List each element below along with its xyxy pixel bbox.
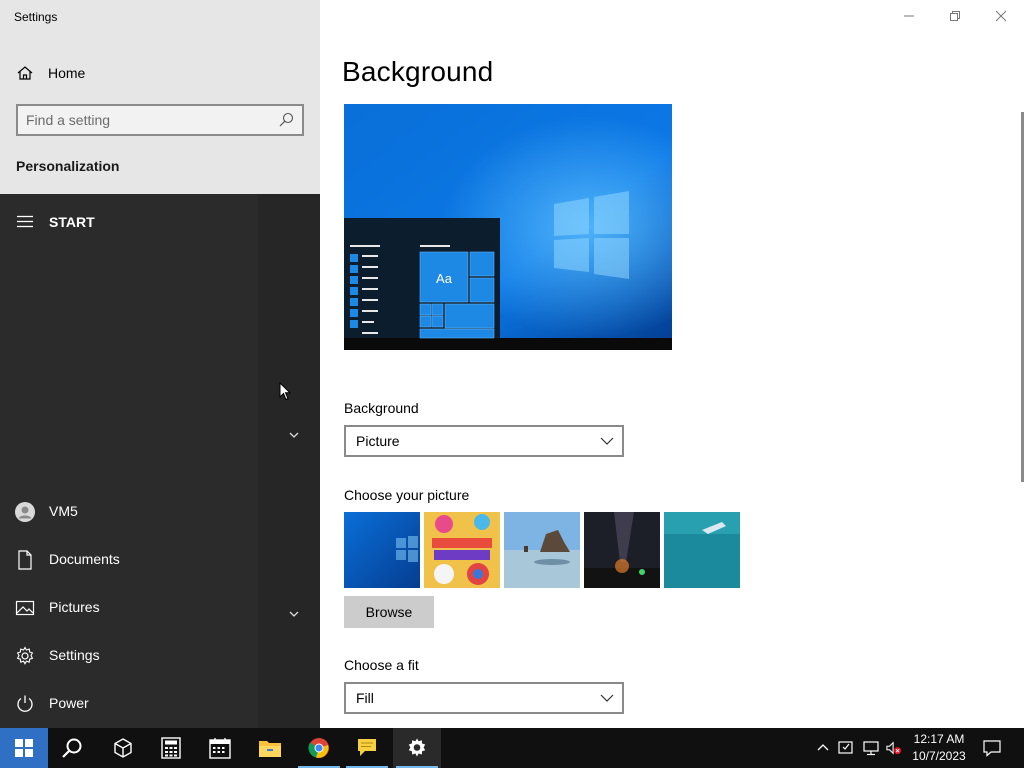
document-icon — [18, 550, 32, 570]
background-dropdown-value: Picture — [356, 433, 400, 449]
start-item-pictures[interactable]: Pictures — [0, 588, 258, 628]
chrome-icon — [308, 738, 329, 758]
gear-icon — [408, 738, 426, 757]
start-item-user[interactable]: VM5 — [0, 492, 258, 532]
preview-tile-text: Aa — [436, 271, 453, 286]
picture-thumb-underwater[interactable] — [664, 512, 740, 588]
security-center-icon[interactable] — [838, 739, 854, 757]
clock-date: 10/7/2023 — [912, 749, 966, 763]
chevron-down-icon — [600, 694, 614, 702]
start-tiles-area — [258, 194, 320, 728]
nav-home-label: Home — [48, 65, 86, 81]
section-title: Personalization — [16, 158, 120, 174]
start-menu: START VM5 Documents Pictures Settings Po… — [0, 194, 320, 728]
taskbar-file-explorer[interactable] — [246, 728, 294, 768]
clock-time: 12:17 AM — [913, 732, 965, 746]
search-box[interactable] — [16, 104, 304, 136]
picture-thumb-circus[interactable] — [424, 512, 500, 588]
taskbar-chrome[interactable] — [295, 728, 343, 768]
chevron-down-icon — [600, 437, 614, 445]
choose-fit-label: Choose a fit — [344, 657, 419, 673]
picture-thumb-beach[interactable] — [504, 512, 580, 588]
start-header[interactable]: START — [0, 208, 258, 236]
restore-icon — [950, 11, 960, 21]
nav-home[interactable]: Home — [0, 58, 320, 88]
chevron-down-icon[interactable] — [287, 609, 301, 619]
search-input[interactable] — [26, 111, 276, 129]
background-preview: Aa — [344, 104, 672, 350]
choose-picture-label: Choose your picture — [344, 487, 470, 503]
picture-thumb-night-sky[interactable] — [584, 512, 660, 588]
close-icon — [995, 10, 1007, 22]
folder-icon — [259, 741, 281, 757]
start-header-label: START — [49, 214, 95, 230]
taskbar-sticky-notes[interactable] — [343, 728, 391, 768]
taskbar-3d-viewer[interactable] — [99, 728, 147, 768]
picture-thumbnails — [344, 512, 740, 588]
windows-logo-icon — [15, 739, 33, 757]
search-icon[interactable] — [278, 112, 294, 128]
restore-button[interactable] — [932, 0, 978, 32]
taskbar-settings[interactable] — [393, 728, 441, 768]
chevron-up-icon[interactable] — [815, 739, 831, 757]
start-item-pictures-label: Pictures — [49, 599, 100, 615]
sticky-notes-icon — [358, 739, 376, 756]
taskbar-calendar[interactable] — [196, 728, 244, 768]
start-item-power[interactable]: Power — [0, 684, 258, 724]
search-icon — [62, 738, 82, 758]
start-item-settings-label: Settings — [49, 647, 100, 663]
window-controls — [886, 0, 1024, 32]
taskbar: 12:17 AM 10/7/2023 — [0, 728, 1024, 768]
fit-dropdown[interactable]: Fill — [344, 682, 624, 714]
page-title: Background — [342, 56, 494, 87]
start-item-documents-label: Documents — [49, 551, 120, 567]
home-icon — [17, 66, 33, 80]
hamburger-menu-icon[interactable] — [17, 215, 33, 228]
content-pane: Background Aa Background Picture Choose … — [320, 0, 1024, 728]
start-button[interactable] — [0, 728, 48, 768]
window-title: Settings — [14, 10, 58, 24]
network-icon[interactable] — [863, 739, 879, 757]
start-item-power-label: Power — [49, 695, 89, 711]
pictures-icon — [15, 600, 35, 616]
calendar-icon — [209, 738, 231, 759]
3d-cube-icon — [114, 738, 132, 758]
taskbar-clock[interactable]: 12:17 AM 10/7/2023 — [905, 731, 973, 765]
picture-thumb-windows[interactable] — [344, 512, 420, 588]
taskbar-search-button[interactable] — [48, 728, 96, 768]
browse-button[interactable]: Browse — [344, 596, 434, 628]
start-item-documents[interactable]: Documents — [0, 540, 258, 580]
calculator-icon — [161, 737, 181, 759]
user-avatar-icon — [15, 502, 35, 522]
background-dropdown[interactable]: Picture — [344, 425, 624, 457]
gear-icon — [16, 646, 34, 665]
chevron-down-icon[interactable] — [287, 430, 301, 440]
start-item-settings[interactable]: Settings — [0, 636, 258, 676]
taskbar-calculator[interactable] — [147, 728, 195, 768]
start-item-user-label: VM5 — [49, 503, 78, 519]
minimize-button[interactable] — [886, 0, 932, 32]
volume-muted-icon[interactable] — [886, 739, 902, 757]
mouse-cursor-icon — [279, 382, 291, 401]
background-label: Background — [344, 400, 419, 416]
minimize-icon — [904, 15, 914, 17]
fit-dropdown-value: Fill — [356, 690, 374, 706]
power-icon — [17, 695, 33, 712]
action-center-icon[interactable] — [983, 739, 1001, 757]
close-button[interactable] — [978, 0, 1024, 32]
